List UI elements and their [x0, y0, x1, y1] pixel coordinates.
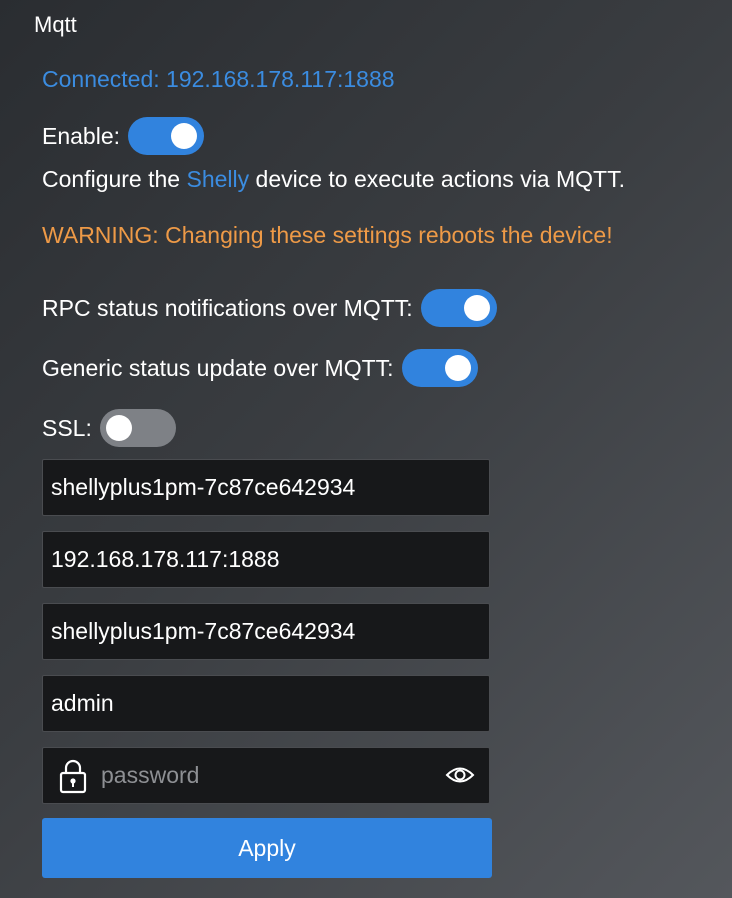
generic-status-label: Generic status update over MQTT:: [42, 354, 394, 381]
toggle-knob: [444, 355, 471, 381]
description-suffix: device to execute actions via MQTT.: [249, 166, 625, 192]
rpc-notifications-toggle[interactable]: [420, 289, 497, 327]
username-field[interactable]: [42, 675, 490, 732]
topic-prefix-field[interactable]: [42, 603, 490, 660]
ssl-toggle[interactable]: [99, 409, 176, 447]
toggle-knob: [171, 123, 198, 149]
enable-toggle[interactable]: [128, 117, 205, 155]
password-field[interactable]: [42, 747, 490, 804]
enable-row: Enable:: [42, 117, 205, 155]
ssl-row: SSL:: [42, 409, 176, 447]
enable-label: Enable:: [42, 122, 121, 149]
rpc-notifications-row: RPC status notifications over MQTT:: [42, 289, 497, 327]
generic-status-row: Generic status update over MQTT:: [42, 349, 478, 387]
generic-status-toggle[interactable]: [401, 349, 478, 387]
description: Configure the Shelly device to execute a…: [42, 166, 625, 193]
ssl-label: SSL:: [42, 414, 92, 441]
toggle-knob: [105, 415, 132, 441]
apply-button[interactable]: Apply: [42, 818, 492, 878]
username-input[interactable]: [51, 690, 471, 717]
password-input[interactable]: [101, 762, 421, 789]
section-title: Mqtt: [34, 12, 77, 37]
toggle-knob: [463, 295, 490, 321]
client-id-input[interactable]: [51, 474, 471, 501]
shelly-link[interactable]: Shelly: [186, 166, 249, 192]
server-input[interactable]: [51, 546, 471, 573]
description-prefix: Configure the: [42, 166, 187, 192]
rpc-notifications-label: RPC status notifications over MQTT:: [42, 294, 413, 321]
connection-status: Connected: 192.168.178.117:1888: [42, 66, 395, 92]
warning-text: WARNING: Changing these settings reboots…: [42, 222, 613, 248]
eye-icon[interactable]: [445, 765, 475, 785]
lock-icon: [59, 759, 87, 793]
client-id-field[interactable]: [42, 459, 490, 516]
topic-prefix-input[interactable]: [51, 618, 471, 645]
server-field[interactable]: [42, 531, 490, 588]
